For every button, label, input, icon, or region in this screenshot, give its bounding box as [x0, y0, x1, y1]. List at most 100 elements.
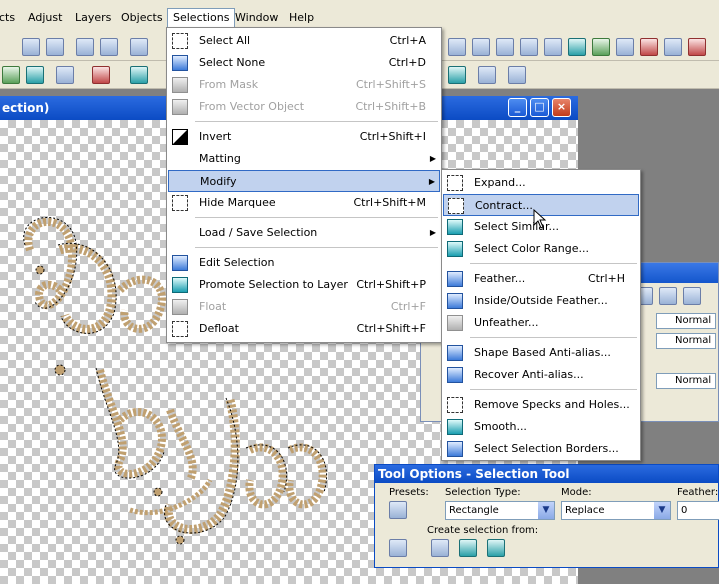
menu-selections[interactable]: Selections	[167, 8, 236, 27]
mode-label: Mode:	[561, 487, 592, 498]
menu-item-label: Load / Save Selection	[199, 226, 318, 239]
overview-icon[interactable]	[664, 38, 682, 56]
menu-layers[interactable]: Layers	[70, 9, 116, 26]
defloat-icon	[172, 321, 188, 337]
menu-item-label: From Vector Object	[199, 100, 305, 113]
menu-item-defloat[interactable]: Defloat Ctrl+Shift+F	[168, 318, 440, 340]
from-vector-icon	[172, 99, 188, 115]
layer-icon[interactable]	[472, 38, 490, 56]
clone-icon[interactable]	[130, 66, 148, 84]
menu-item-label: Invert	[199, 130, 232, 143]
menu-item-shortcut: Ctrl+Shift+S	[356, 78, 426, 91]
menu-item-matting[interactable]: Matting ▶	[168, 148, 440, 170]
menu-item-select-none[interactable]: Select None Ctrl+D	[168, 52, 440, 74]
layer-blend-mode[interactable]: Normal	[656, 333, 716, 349]
mirror-icon[interactable]	[520, 38, 538, 56]
menu-item-unfeather[interactable]: Unfeather...	[443, 312, 639, 334]
expand-icon	[447, 175, 463, 191]
lasso-icon[interactable]	[26, 66, 44, 84]
dropper-icon[interactable]	[56, 66, 74, 84]
menu-window[interactable]: Window	[230, 9, 283, 26]
menu-help[interactable]: Help	[284, 9, 319, 26]
selection-type-value: Rectangle	[449, 505, 499, 516]
maximize-button[interactable]: □	[530, 98, 549, 117]
from-image-icon[interactable]	[459, 539, 477, 557]
menu-item-select-color-range[interactable]: Select Color Range...	[443, 238, 639, 260]
menu-item-select-selection-borders[interactable]: Select Selection Borders...	[443, 438, 639, 460]
mode-select[interactable]: Replace ▼	[561, 501, 671, 520]
undo-icon[interactable]	[76, 38, 94, 56]
menu-item-label: Hide Marquee	[199, 196, 276, 209]
palette-icon[interactable]	[616, 38, 634, 56]
custom-selection-icon[interactable]	[389, 539, 407, 557]
menu-item-expand[interactable]: Expand...	[443, 172, 639, 194]
menu-item-inside-outside-feather[interactable]: Inside/Outside Feather...	[443, 290, 639, 312]
straighten-icon[interactable]	[2, 66, 20, 84]
menu-item-from-vector-object[interactable]: From Vector Object Ctrl+Shift+B	[168, 96, 440, 118]
histogram-icon[interactable]	[592, 38, 610, 56]
menu-item-shape-based-anti-alias[interactable]: Shape Based Anti-alias...	[443, 342, 639, 364]
layer-paste-icon[interactable]	[683, 287, 701, 305]
copy-icon[interactable]	[46, 38, 64, 56]
close-button[interactable]: ×	[552, 98, 571, 117]
menu-item-recover-anti-alias[interactable]: Recover Anti-alias...	[443, 364, 639, 386]
menu-item-smooth[interactable]: Smooth...	[443, 416, 639, 438]
presets-dropdown[interactable]	[389, 501, 407, 519]
menu-separator	[470, 337, 637, 338]
shape-icon[interactable]	[448, 66, 466, 84]
layer-blend-mode[interactable]: Normal	[656, 373, 716, 389]
marquee-icon	[172, 195, 188, 211]
redo-icon[interactable]	[100, 38, 118, 56]
menu-separator	[470, 263, 637, 264]
menu-item-float[interactable]: Float Ctrl+F	[168, 296, 440, 318]
from-merged-icon[interactable]	[487, 539, 505, 557]
resize-icon[interactable]	[568, 38, 586, 56]
layer-blend-mode[interactable]: Normal	[656, 313, 716, 329]
menu-effects[interactable]: cts	[0, 9, 20, 26]
menu-item-label: Shape Based Anti-alias...	[474, 346, 611, 359]
invert-icon	[172, 129, 188, 145]
menu-item-feather[interactable]: Feather... Ctrl+H	[443, 268, 639, 290]
select-all-tb-icon[interactable]	[448, 38, 466, 56]
menu-objects[interactable]: Objects	[116, 9, 168, 26]
pen-icon[interactable]	[478, 66, 496, 84]
menu-item-invert[interactable]: Invert Ctrl+Shift+I	[168, 126, 440, 148]
rotate-icon[interactable]	[544, 38, 562, 56]
from-layer-icon[interactable]	[431, 539, 449, 557]
menu-item-label: Unfeather...	[474, 316, 539, 329]
menu-item-label: Defloat	[199, 322, 239, 335]
menu-item-label: Select None	[199, 56, 266, 69]
menu-item-shortcut: Ctrl+Shift+F	[356, 322, 426, 335]
inside-outside-feather-icon	[447, 293, 463, 309]
brush-icon[interactable]	[92, 66, 110, 84]
paste-icon[interactable]	[130, 38, 148, 56]
menu-item-label: Smooth...	[474, 420, 527, 433]
menu-item-modify[interactable]: Modify ▶	[168, 170, 440, 192]
crop-icon[interactable]	[508, 66, 526, 84]
menu-item-shortcut: Ctrl+F	[390, 300, 426, 313]
browser-icon[interactable]	[688, 38, 706, 56]
feather-value: 0	[681, 505, 688, 516]
menu-item-from-mask[interactable]: From Mask Ctrl+Shift+S	[168, 74, 440, 96]
menu-item-shortcut: Ctrl+D	[388, 56, 426, 69]
menu-item-promote-selection[interactable]: Promote Selection to Layer Ctrl+Shift+P	[168, 274, 440, 296]
layer-copy-icon[interactable]	[659, 287, 677, 305]
feather-label: Feather:	[677, 487, 719, 498]
selection-type-select[interactable]: Rectangle ▼	[445, 501, 555, 520]
menu-item-label: Remove Specks and Holes...	[474, 398, 630, 411]
menu-item-select-all[interactable]: Select All Ctrl+A	[168, 30, 440, 52]
menu-item-hide-marquee[interactable]: Hide Marquee Ctrl+Shift+M	[168, 192, 440, 214]
menu-item-remove-specks[interactable]: Remove Specks and Holes...	[443, 394, 639, 416]
menu-adjust[interactable]: Adjust	[23, 9, 67, 26]
minimize-button[interactable]: _	[508, 98, 527, 117]
menu-item-shortcut: Ctrl+A	[389, 34, 426, 47]
menu-item-edit-selection[interactable]: Edit Selection	[168, 252, 440, 274]
materials-icon[interactable]	[640, 38, 658, 56]
menu-item-label: Feather...	[474, 272, 526, 285]
menu-item-load-save-selection[interactable]: Load / Save Selection ▶	[168, 222, 440, 244]
menu-item-label: Recover Anti-alias...	[474, 368, 584, 381]
menu-item-label: Edit Selection	[199, 256, 275, 269]
flip-icon[interactable]	[496, 38, 514, 56]
feather-input[interactable]: 0	[677, 501, 719, 520]
cut-icon[interactable]	[22, 38, 40, 56]
